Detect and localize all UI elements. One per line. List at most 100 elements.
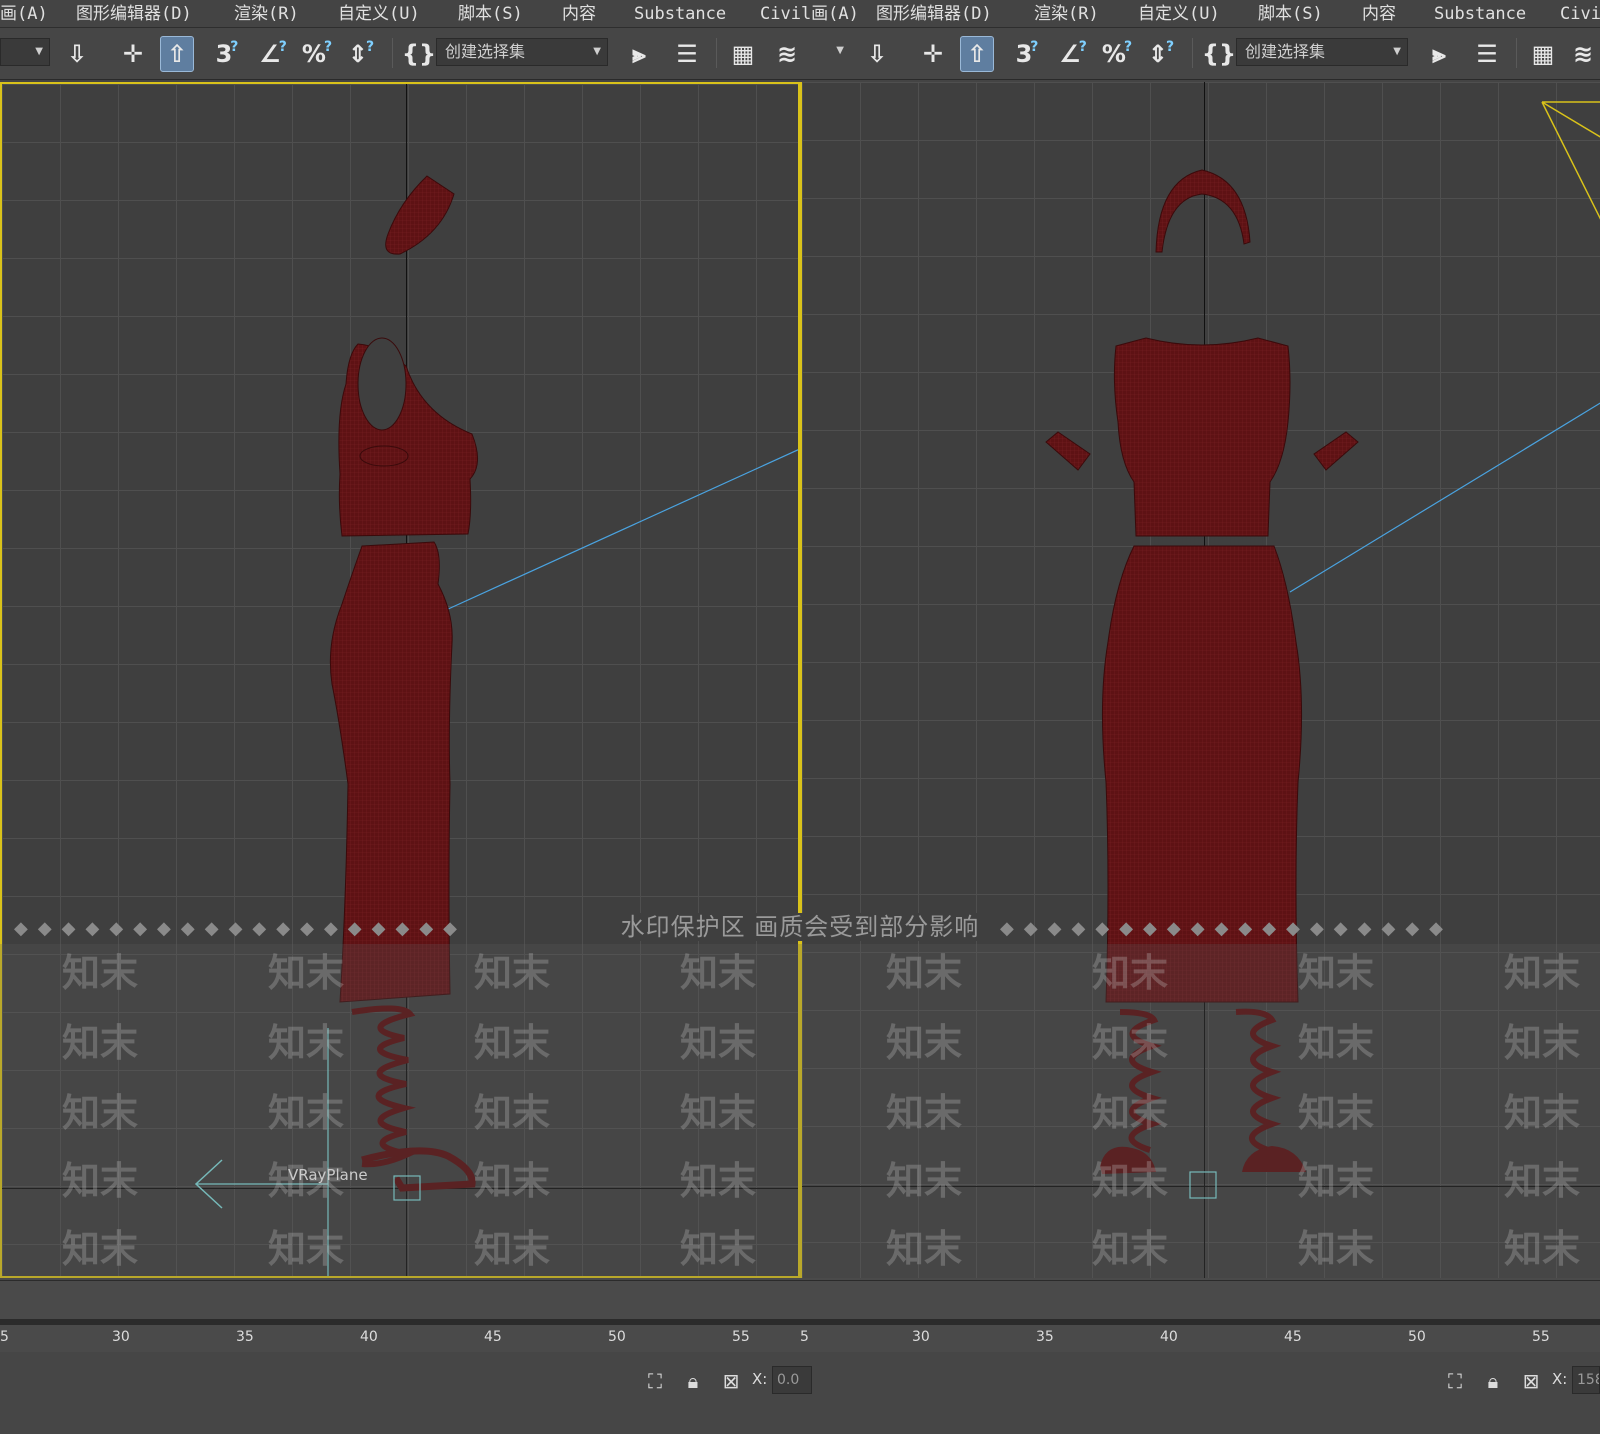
cuff-right[interactable] bbox=[1313, 431, 1359, 471]
menu-customize-2[interactable]: 自定义(U) bbox=[1138, 3, 1220, 25]
pivot-box[interactable] bbox=[1189, 1171, 1217, 1199]
menu-customize[interactable]: 自定义(U) bbox=[338, 3, 420, 25]
menu-substance-2[interactable]: Substance bbox=[1434, 3, 1526, 25]
lock-icon[interactable]: 🔒︎ bbox=[680, 1368, 706, 1394]
question-mark-icon: ? bbox=[1030, 39, 1039, 55]
chevron-down-icon: ▼ bbox=[35, 46, 43, 57]
named-selection-placeholder: 创建选择集 bbox=[445, 42, 526, 61]
menu-graph-editors-2[interactable]: 图形编辑器(D) bbox=[876, 3, 992, 25]
menu-animation[interactable]: 画(A) bbox=[0, 3, 48, 25]
move-icon[interactable]: ✛ bbox=[116, 36, 150, 72]
absolute-mode-icon[interactable]: ⊠ bbox=[718, 1368, 744, 1394]
mirror-icon[interactable]: ⫸ bbox=[622, 36, 656, 72]
x-coordinate-field[interactable]: 0.0 bbox=[772, 1366, 812, 1394]
spinner-snap-icon[interactable]: ⇕? bbox=[344, 36, 378, 72]
ruler-tick-label: 45 bbox=[484, 1329, 502, 1345]
toolbar-separator bbox=[392, 38, 393, 68]
menu-scripting[interactable]: 脚本(S) bbox=[458, 3, 523, 25]
menu-content[interactable]: 内容 bbox=[562, 3, 596, 25]
ruler-tick-label: 40 bbox=[360, 1329, 378, 1345]
align-icon[interactable]: ☰ bbox=[670, 36, 704, 72]
camera-target-line bbox=[1289, 402, 1600, 593]
crop-top-front[interactable] bbox=[1113, 337, 1291, 537]
chevron-down-icon: ▼ bbox=[1393, 46, 1401, 57]
angle-snap-icon[interactable]: ∠? bbox=[256, 36, 290, 72]
named-selection-placeholder-2: 创建选择集 bbox=[1245, 42, 1326, 61]
isolate-selection-icon-2[interactable]: ⛶ bbox=[1442, 1368, 1468, 1394]
layer-explorer-icon-2[interactable]: ▦ bbox=[1526, 36, 1560, 72]
sleeve-cuff-side bbox=[359, 445, 409, 467]
layer-explorer-icon[interactable]: ▦ bbox=[726, 36, 760, 72]
headband-front[interactable] bbox=[1155, 169, 1251, 253]
menu-civil[interactable]: Civil画(A) bbox=[760, 3, 859, 25]
main-toolbar: ▼ ⇩ ✛ ⇧ 3? ∠? %? ⇕? {} 创建选择集 ▼ ⫸ ☰ ▦ ≋ ▼ … bbox=[0, 28, 1600, 80]
x-coordinate-field-2[interactable]: 158 bbox=[1572, 1366, 1600, 1394]
select-and-link-icon[interactable]: ⇩ bbox=[60, 36, 94, 72]
absolute-mode-icon-2[interactable]: ⊠ bbox=[1518, 1368, 1544, 1394]
mirror-icon-2[interactable]: ⫸ bbox=[1422, 36, 1456, 72]
question-mark-icon: ? bbox=[1165, 39, 1175, 55]
armhole bbox=[357, 337, 407, 431]
percent-snap-label: % bbox=[301, 40, 326, 68]
sandal-sole-side bbox=[361, 1147, 476, 1192]
viewport-left[interactable]: VRayPlane bbox=[0, 82, 800, 1278]
edit-named-selection-icon-2[interactable]: {} bbox=[1202, 36, 1236, 72]
headband-side[interactable] bbox=[385, 175, 455, 255]
menu-civil-2[interactable]: Civi bbox=[1560, 3, 1600, 25]
layers-icon[interactable]: ≋ bbox=[770, 36, 804, 72]
filter-dropdown[interactable]: ▼ bbox=[0, 38, 50, 66]
select-and-link-icon-2[interactable]: ⇩ bbox=[860, 36, 894, 72]
lace-up-sandal-side[interactable] bbox=[351, 1005, 418, 1168]
angle-snap-icon-2[interactable]: ∠? bbox=[1056, 36, 1090, 72]
named-selection-set-dropdown[interactable]: 创建选择集 ▼ bbox=[436, 38, 608, 66]
percent-snap-icon[interactable]: %? bbox=[300, 36, 334, 72]
menu-rendering[interactable]: 渲染(R) bbox=[234, 3, 299, 25]
chevron-down-icon: ▼ bbox=[836, 45, 844, 56]
angle-snap-label: ∠ bbox=[259, 40, 281, 68]
camera-frustum-icon bbox=[1541, 101, 1600, 220]
question-mark-icon: ? bbox=[230, 39, 239, 55]
menu-rendering-2[interactable]: 渲染(R) bbox=[1034, 3, 1099, 25]
watermark-notice-text: 水印保护区 画质会受到部分影响 bbox=[610, 913, 990, 941]
spinner-snap-icon-2[interactable]: ⇕? bbox=[1144, 36, 1178, 72]
viewport-right[interactable] bbox=[800, 82, 1600, 1278]
menu-content-2[interactable]: 内容 bbox=[1362, 3, 1396, 25]
ruler-tick-label: 50 bbox=[608, 1329, 626, 1345]
timeline-ruler-left[interactable]: 5 30 35 40 45 50 55 bbox=[0, 1280, 800, 1350]
lace-up-sandal-left[interactable] bbox=[1119, 1009, 1162, 1153]
chevron-down-icon: ▼ bbox=[593, 46, 601, 57]
layers-icon-2[interactable]: ≋ bbox=[1566, 36, 1600, 72]
camera-target-line bbox=[445, 449, 798, 611]
timeline-ruler-right[interactable]: 5 30 35 40 45 50 55 bbox=[800, 1280, 1600, 1350]
vrayplane-label[interactable]: VRayPlane bbox=[288, 1166, 368, 1184]
question-mark-icon: ? bbox=[1078, 39, 1087, 55]
named-selection-set-dropdown-2[interactable]: 创建选择集 ▼ bbox=[1236, 38, 1408, 66]
ruler-tick-label: 5 bbox=[800, 1329, 809, 1345]
ruler-tick-label: 30 bbox=[912, 1329, 930, 1345]
snap-3d-icon-2[interactable]: 3? bbox=[1010, 36, 1044, 72]
menu-substance[interactable]: Substance bbox=[634, 3, 726, 25]
front-view-model[interactable] bbox=[802, 82, 1600, 1278]
align-icon-2[interactable]: ☰ bbox=[1470, 36, 1504, 72]
isolate-selection-icon[interactable]: ⛶ bbox=[642, 1368, 668, 1394]
question-mark-icon: ? bbox=[1123, 39, 1133, 55]
move-icon-2[interactable]: ✛ bbox=[916, 36, 950, 72]
lock-icon-2[interactable]: 🔒︎ bbox=[1480, 1368, 1506, 1394]
question-mark-icon: ? bbox=[323, 39, 333, 55]
snap-3d-icon[interactable]: 3? bbox=[210, 36, 244, 72]
status-bar: ⛶ 🔒︎ ⊠ X: 0.0 ⛶ 🔒︎ ⊠ X: 158 bbox=[0, 1352, 1600, 1434]
cuff-left[interactable] bbox=[1045, 431, 1091, 471]
select-object-icon[interactable]: ⇧ bbox=[160, 36, 194, 72]
side-view-model[interactable] bbox=[2, 84, 800, 1278]
layers-dropdown[interactable]: ▼ bbox=[806, 38, 850, 66]
ruler-tick-label: 30 bbox=[112, 1329, 130, 1345]
lace-up-sandal-right[interactable] bbox=[1235, 1008, 1282, 1153]
ruler-track bbox=[0, 1319, 800, 1325]
menu-graph-editors[interactable]: 图形编辑器(D) bbox=[76, 3, 192, 25]
menu-scripting-2[interactable]: 脚本(S) bbox=[1258, 3, 1323, 25]
select-object-icon-2[interactable]: ⇧ bbox=[960, 36, 994, 72]
toolbar-separator bbox=[1516, 38, 1517, 68]
percent-snap-icon-2[interactable]: %? bbox=[1100, 36, 1134, 72]
edit-named-selection-icon[interactable]: {} bbox=[402, 36, 436, 72]
spinner-snap-label: ⇕ bbox=[1147, 40, 1168, 68]
